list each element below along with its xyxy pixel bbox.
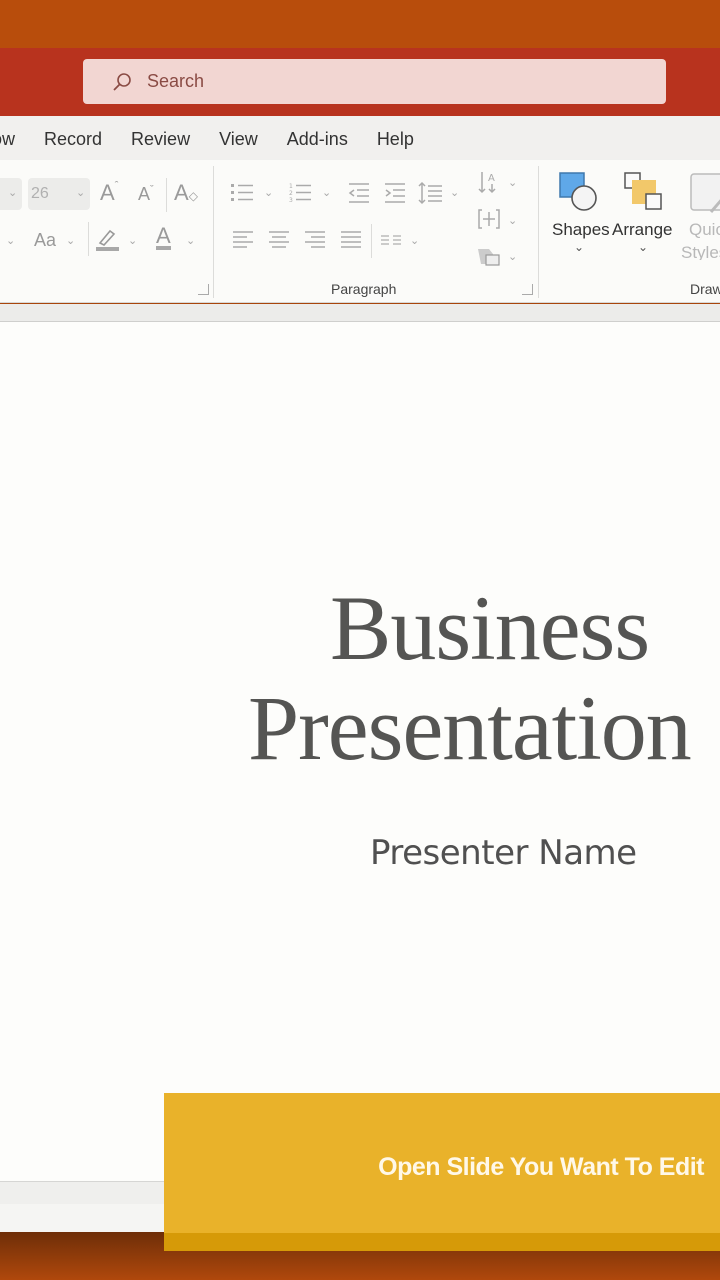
- clear-formatting-button[interactable]: A◇: [174, 180, 198, 206]
- chevron-down-icon[interactable]: ⌄: [322, 186, 331, 199]
- align-left-icon[interactable]: [232, 230, 254, 250]
- shrink-font-button[interactable]: Aˇ: [138, 184, 154, 205]
- numbering-icon[interactable]: 123: [289, 182, 313, 204]
- slide-title-line2[interactable]: Presentation: [248, 675, 692, 781]
- grow-font-button[interactable]: Aˆ: [100, 180, 118, 206]
- decrease-indent-icon[interactable]: [347, 182, 371, 204]
- chevron-down-icon[interactable]: ⌄: [6, 234, 15, 247]
- chevron-down-icon: ⌄: [76, 187, 86, 199]
- tab-review[interactable]: Review: [131, 129, 190, 150]
- caption-text: Open Slide You Want To Edit: [378, 1153, 704, 1181]
- font-color-icon[interactable]: A: [156, 225, 171, 250]
- tab-view[interactable]: View: [219, 129, 258, 150]
- align-center-icon[interactable]: [268, 230, 290, 250]
- paragraph-group-label: Paragraph: [331, 281, 397, 297]
- quick-styles-icon: [690, 173, 720, 213]
- bullets-icon[interactable]: [231, 182, 255, 204]
- search-icon: [113, 72, 131, 91]
- ribbon-tabs: ow Record Review View Add-ins Help: [0, 116, 720, 162]
- chevron-down-icon: ⌄: [574, 240, 585, 254]
- convert-to-smartart-icon[interactable]: [477, 246, 501, 268]
- align-text-icon[interactable]: [477, 208, 501, 230]
- drawing-group-label: Draw: [690, 281, 720, 297]
- ribbon-divider-strip: [0, 304, 720, 322]
- window-background-top: [0, 0, 720, 48]
- chevron-down-icon[interactable]: ⌄: [410, 234, 419, 247]
- quick-styles-button[interactable]: Quic Styles: [681, 170, 720, 260]
- line-spacing-icon[interactable]: [418, 181, 444, 205]
- clear-formatting-icon: A: [174, 180, 189, 205]
- highlighter-icon[interactable]: [96, 226, 120, 252]
- chevron-down-icon[interactable]: ⌄: [508, 176, 517, 189]
- tab-help[interactable]: Help: [377, 129, 414, 150]
- font-size-value: 26: [31, 185, 49, 202]
- slide-title-line1[interactable]: Business: [330, 575, 650, 681]
- chevron-down-icon[interactable]: ⌄: [186, 234, 195, 247]
- font-size-dropdown[interactable]: 26 ⌄: [28, 178, 90, 210]
- svg-text:A: A: [488, 173, 495, 184]
- svg-text:3: 3: [289, 197, 293, 204]
- paragraph-dialog-launcher-icon[interactable]: [522, 284, 533, 295]
- search-box[interactable]: Search: [83, 59, 666, 104]
- increase-indent-icon[interactable]: [383, 182, 407, 204]
- shapes-label: Shapes: [552, 220, 610, 239]
- arrange-label: Arrange: [612, 220, 673, 239]
- caption-banner-shadow: [164, 1233, 720, 1251]
- arrange-button[interactable]: Arrange ⌄: [612, 170, 676, 260]
- chevron-down-icon[interactable]: ⌄: [508, 214, 517, 227]
- chevron-down-icon[interactable]: ⌄: [128, 234, 137, 247]
- search-placeholder: Search: [147, 71, 205, 91]
- quick-styles-label-line2: Styles: [681, 243, 720, 260]
- text-direction-icon[interactable]: A: [478, 170, 500, 194]
- font-name-dropdown[interactable]: ⌄: [0, 178, 22, 210]
- change-case-button[interactable]: Aa: [34, 230, 56, 251]
- ribbon: ⌄ 26 ⌄ Aˆ Aˇ A◇ ⌄ Aa ⌄ ⌄ A ⌄ ⌄ 123 ⌄ ⌄ ⌄…: [0, 160, 720, 303]
- align-right-icon[interactable]: [304, 230, 326, 250]
- tab-add-ins[interactable]: Add-ins: [287, 129, 348, 150]
- font-dialog-launcher-icon[interactable]: [198, 284, 209, 295]
- justify-icon[interactable]: [340, 230, 362, 250]
- chevron-down-icon[interactable]: ⌄: [508, 250, 517, 263]
- shapes-icon: [559, 172, 597, 211]
- chevron-down-icon[interactable]: ⌄: [264, 186, 273, 199]
- columns-icon[interactable]: [381, 234, 401, 246]
- tab-record[interactable]: Record: [44, 129, 102, 150]
- chevron-down-icon: ⌄: [638, 240, 649, 254]
- chevron-down-icon: ⌄: [66, 235, 76, 247]
- slide-subtitle[interactable]: Presenter Name: [370, 833, 637, 873]
- svg-text:2: 2: [289, 190, 293, 197]
- chevron-down-icon[interactable]: ⌄: [450, 186, 459, 199]
- arrange-icon: [624, 172, 662, 210]
- svg-text:1: 1: [289, 183, 293, 190]
- tab-slide-show[interactable]: ow: [0, 129, 15, 150]
- shapes-button[interactable]: Shapes ⌄: [552, 170, 610, 260]
- quick-styles-label-line1: Quic: [689, 220, 720, 239]
